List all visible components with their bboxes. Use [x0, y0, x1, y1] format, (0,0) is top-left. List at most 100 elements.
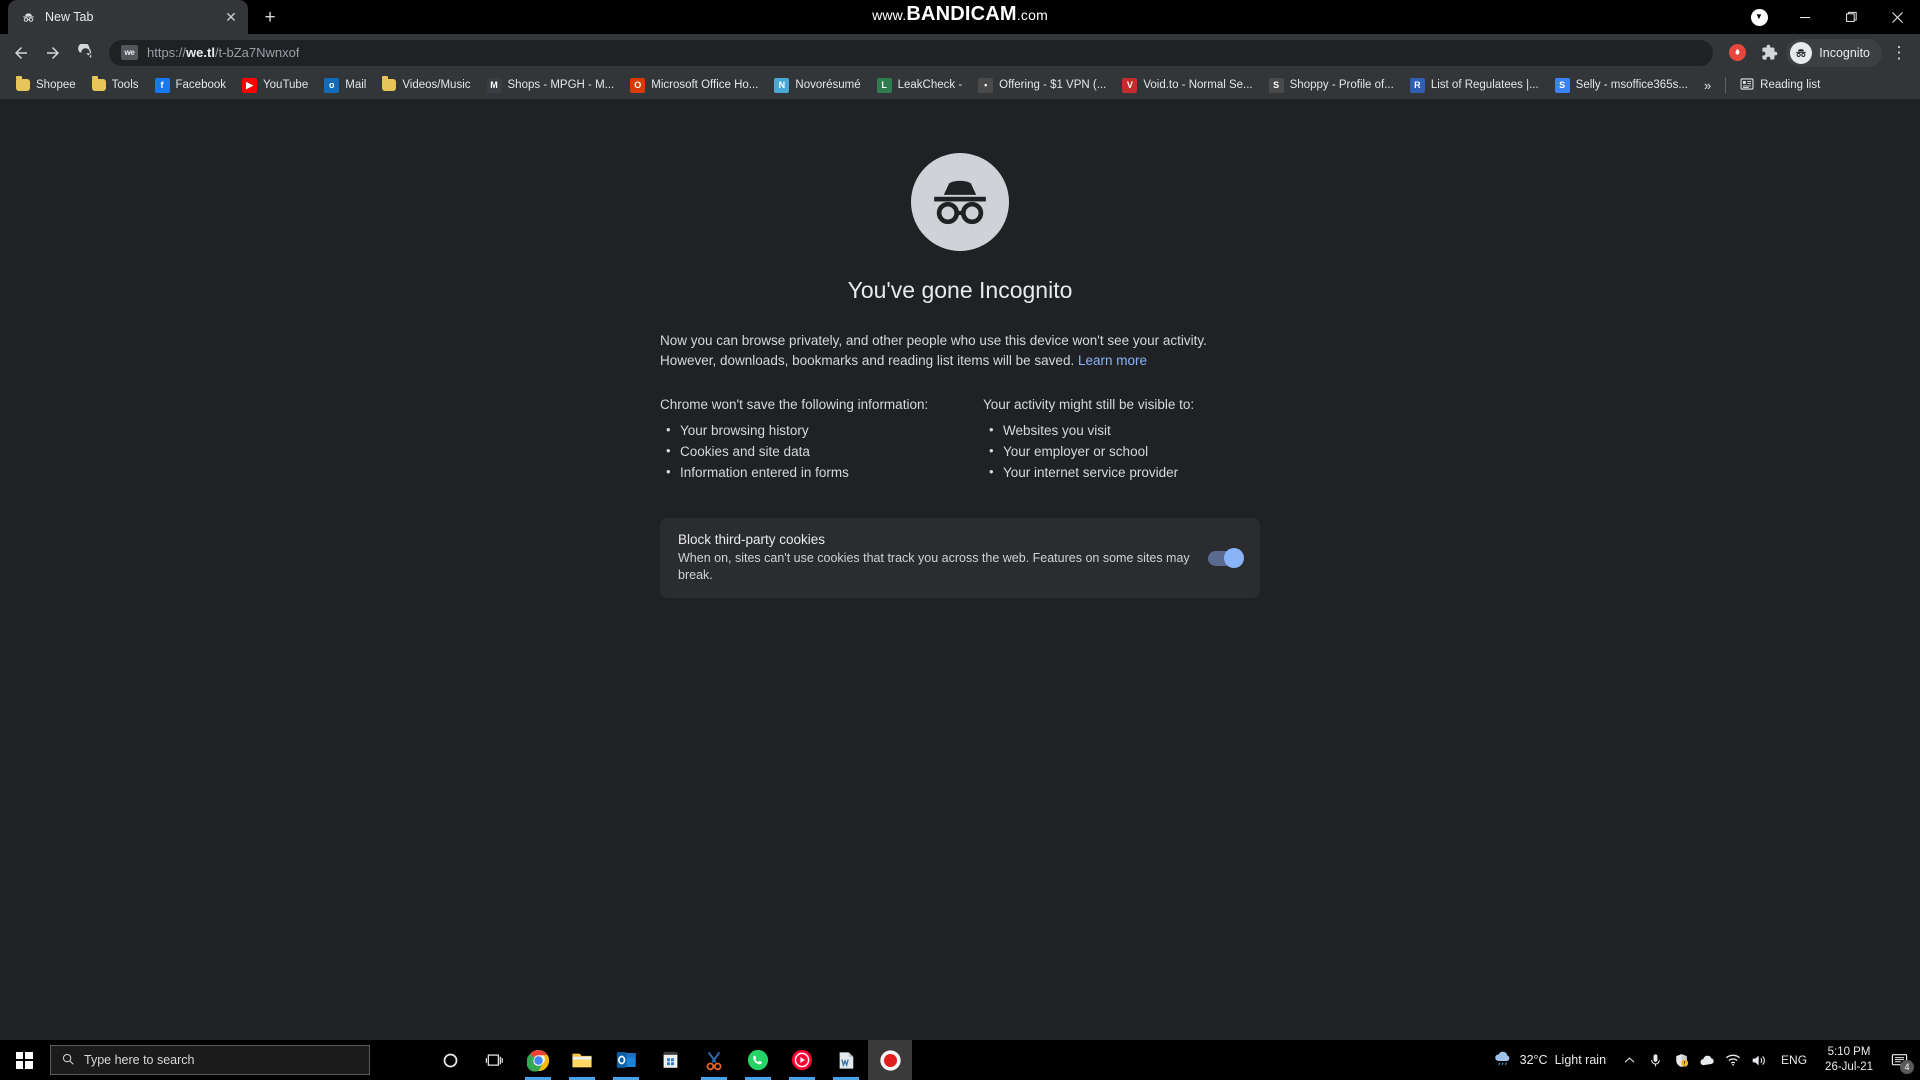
bookmark-label: Offering - $1 VPN (... [999, 79, 1107, 91]
url-path: /t-bZa7Nwnxof [214, 45, 300, 60]
reading-list-label: Reading list [1760, 79, 1821, 91]
list-item: Websites you visit [987, 420, 1260, 441]
list-item: Your browsing history [664, 420, 937, 441]
onedrive-icon[interactable] [1694, 1040, 1720, 1080]
volume-icon[interactable] [1746, 1040, 1772, 1080]
tab-title: New Tab [45, 10, 94, 24]
url-scheme: https:// [147, 45, 187, 60]
facebook-icon: f [154, 77, 170, 93]
column-not-saved: Chrome won't save the following informat… [660, 397, 937, 484]
list-item: Cookies and site data [664, 441, 937, 462]
reading-list-button[interactable]: Reading list [1732, 77, 1828, 94]
chrome-menu-icon[interactable]: ⋮ [1884, 38, 1914, 68]
bookmark-item[interactable]: Tools [84, 74, 147, 96]
file-explorer-icon[interactable] [560, 1040, 604, 1080]
browser-tab[interactable]: New Tab ✕ [8, 0, 248, 34]
puzzle-piece-icon[interactable] [1754, 38, 1784, 68]
google-chrome-icon[interactable] [516, 1040, 560, 1080]
bookmark-item[interactable]: S Shoppy - Profile of... [1261, 74, 1402, 96]
wps-office-icon[interactable] [824, 1040, 868, 1080]
info-columns: Chrome won't save the following informat… [660, 397, 1260, 484]
cookie-card-description: When on, sites can't use cookies that tr… [678, 551, 1190, 582]
column-list: Websites you visit Your employer or scho… [983, 420, 1260, 483]
task-view-icon[interactable] [472, 1040, 516, 1080]
temperature-label: 32°C [1519, 1053, 1548, 1067]
youtube-music-icon[interactable] [780, 1040, 824, 1080]
address-bar[interactable]: we https://we.tl/t-bZa7Nwnxof [109, 39, 1714, 66]
security-shield-icon[interactable] [1668, 1040, 1694, 1080]
regulatees-icon: R [1409, 77, 1425, 93]
bookmark-item[interactable]: Videos/Music [374, 74, 478, 96]
leakcheck-icon: L [876, 77, 892, 93]
profile-incognito-button[interactable]: Incognito [1786, 38, 1882, 67]
close-icon[interactable]: ✕ [222, 8, 240, 26]
page-content: You've gone Incognito Now you can browse… [0, 99, 1920, 1040]
reading-list-icon [1740, 77, 1754, 94]
bookmark-item[interactable]: S Selly - msoffice365s... [1547, 74, 1696, 96]
url-text: https://we.tl/t-bZa7Nwnxof [147, 45, 299, 60]
weather-condition-label: Light rain [1554, 1053, 1607, 1067]
microsoft-store-icon[interactable] [648, 1040, 692, 1080]
bandicam-icon[interactable] [868, 1040, 912, 1080]
folder-icon [382, 76, 397, 91]
back-icon[interactable] [6, 38, 36, 68]
minimize-button[interactable] [1782, 0, 1828, 34]
maximize-button[interactable] [1828, 0, 1874, 34]
reload-icon[interactable] [70, 38, 100, 68]
taskbar-search-input[interactable]: Type here to search [50, 1045, 370, 1075]
bookmark-item[interactable]: L LeakCheck - [869, 74, 971, 96]
bookmark-label: Microsoft Office Ho... [651, 79, 759, 91]
outlook-icon[interactable] [604, 1040, 648, 1080]
magnifier-icon [61, 1052, 75, 1069]
bandicam-watermark: www.BANDICAM.com [0, 3, 1920, 26]
bandicam-record-dot-icon[interactable]: ▼ [1736, 0, 1782, 34]
block-cookies-toggle[interactable] [1208, 547, 1244, 568]
column-still-visible: Your activity might still be visible to:… [983, 397, 1260, 484]
system-tray: 32°C Light rain ENG 5:10 PM 26-Jul-21 4 [1483, 1040, 1920, 1080]
windows-taskbar: Type here to search 32°C Light rain ENG … [0, 1040, 1920, 1080]
bookmarks-overflow-icon[interactable]: » [1696, 78, 1719, 93]
bookmark-item[interactable]: o Mail [316, 74, 374, 96]
new-tab-button[interactable]: + [256, 3, 284, 31]
block-third-party-cookies-card: Block third-party cookies When on, sites… [660, 518, 1260, 598]
bookmark-item[interactable]: Shopee [8, 74, 84, 96]
incognito-avatar-icon [1790, 41, 1813, 64]
bookmark-label: Shoppy - Profile of... [1289, 79, 1394, 91]
clock-date: 26-Jul-21 [1825, 1061, 1873, 1073]
bookmark-label: Shopee [36, 79, 76, 91]
intro-line-2: However, downloads, bookmarks and readin… [660, 353, 1078, 368]
bookmark-label: Mail [345, 79, 367, 91]
bookmark-label: List of Regulatees |... [1430, 79, 1539, 91]
intro-paragraph: Now you can browse privately, and other … [660, 331, 1260, 371]
weather-widget[interactable]: 32°C Light rain [1483, 1050, 1616, 1070]
bookmark-item[interactable]: M Shops - MPGH - M... [479, 74, 623, 96]
incognito-icon-wrap [660, 153, 1260, 251]
bookmark-item[interactable]: f Facebook [147, 74, 235, 96]
bookmark-item[interactable]: ▶ YouTube [234, 74, 316, 96]
language-indicator[interactable]: ENG [1772, 1053, 1816, 1067]
red-extension-icon[interactable] [1722, 38, 1752, 68]
bookmark-item[interactable]: R List of Regulatees |... [1402, 74, 1547, 96]
microphone-icon[interactable] [1642, 1040, 1668, 1080]
close-window-button[interactable] [1874, 0, 1920, 34]
chevron-up-icon[interactable] [1616, 1040, 1642, 1080]
search-placeholder: Type here to search [84, 1053, 195, 1067]
bookmark-item[interactable]: V Void.to - Normal Se... [1114, 74, 1260, 96]
whatsapp-icon[interactable] [736, 1040, 780, 1080]
clock[interactable]: 5:10 PM 26-Jul-21 [1816, 1045, 1882, 1075]
bookmark-item[interactable]: N Novorésumé [766, 74, 868, 96]
wifi-icon[interactable] [1720, 1040, 1746, 1080]
list-item: Information entered in forms [664, 462, 937, 483]
learn-more-link[interactable]: Learn more [1078, 353, 1147, 368]
cortana-icon[interactable] [428, 1040, 472, 1080]
bookmark-item[interactable]: O Microsoft Office Ho... [622, 74, 766, 96]
list-item: Your internet service provider [987, 462, 1260, 483]
forward-icon[interactable] [38, 38, 68, 68]
outlook-mail-icon: o [324, 77, 340, 93]
windows-start-icon[interactable] [0, 1040, 48, 1080]
youtube-icon: ▶ [242, 77, 258, 93]
notification-icon[interactable]: 4 [1882, 1040, 1916, 1080]
tab-strip: New Tab ✕ + www.BANDICAM.com ▼ [0, 0, 1920, 34]
bookmark-item[interactable]: • Offering - $1 VPN (... [970, 74, 1114, 96]
snipping-tool-icon[interactable] [692, 1040, 736, 1080]
